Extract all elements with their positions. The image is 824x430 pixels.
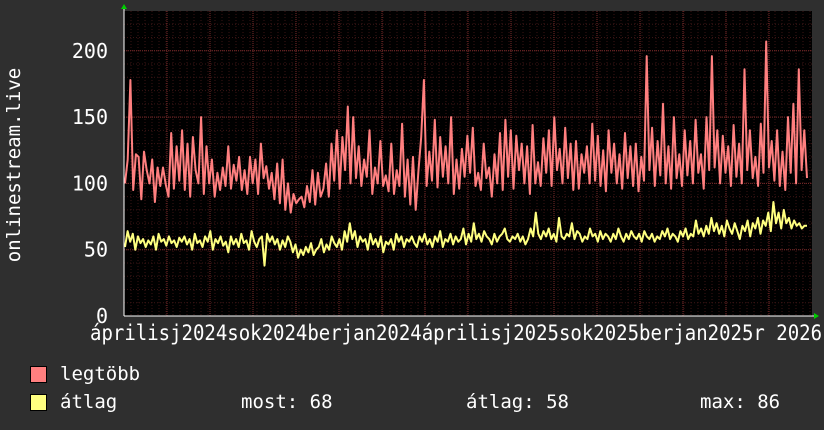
y-tick-label: 150 (72, 105, 108, 129)
x-axis-arrow (814, 313, 819, 319)
y-tick-label: 50 (84, 238, 108, 262)
legend-label-max: legtöbb (60, 363, 141, 385)
y-tick-label: 200 (72, 39, 108, 63)
x-axis-labels-row: áprilisj2024sok2024berjan2024áprilisj202… (90, 321, 822, 345)
chart: 050100150200 onlinestream.live áprilisj2… (3, 4, 822, 345)
legend-label-avg: átlag (60, 391, 118, 413)
stat-avg: átlag: 58 (466, 391, 569, 413)
y-axis-label: onlinestream.live (3, 68, 25, 262)
legend-swatch-avg (30, 393, 47, 411)
stat-now: most: 68 (241, 391, 333, 413)
stat-max: max: 86 (700, 391, 781, 413)
y-tick-label: 100 (72, 171, 108, 195)
legend-item-max: legtöbb (30, 363, 140, 385)
y-axis-arrow (121, 4, 127, 9)
legend-item-avg: átlag (30, 391, 117, 413)
legend-swatch-max (30, 365, 47, 383)
